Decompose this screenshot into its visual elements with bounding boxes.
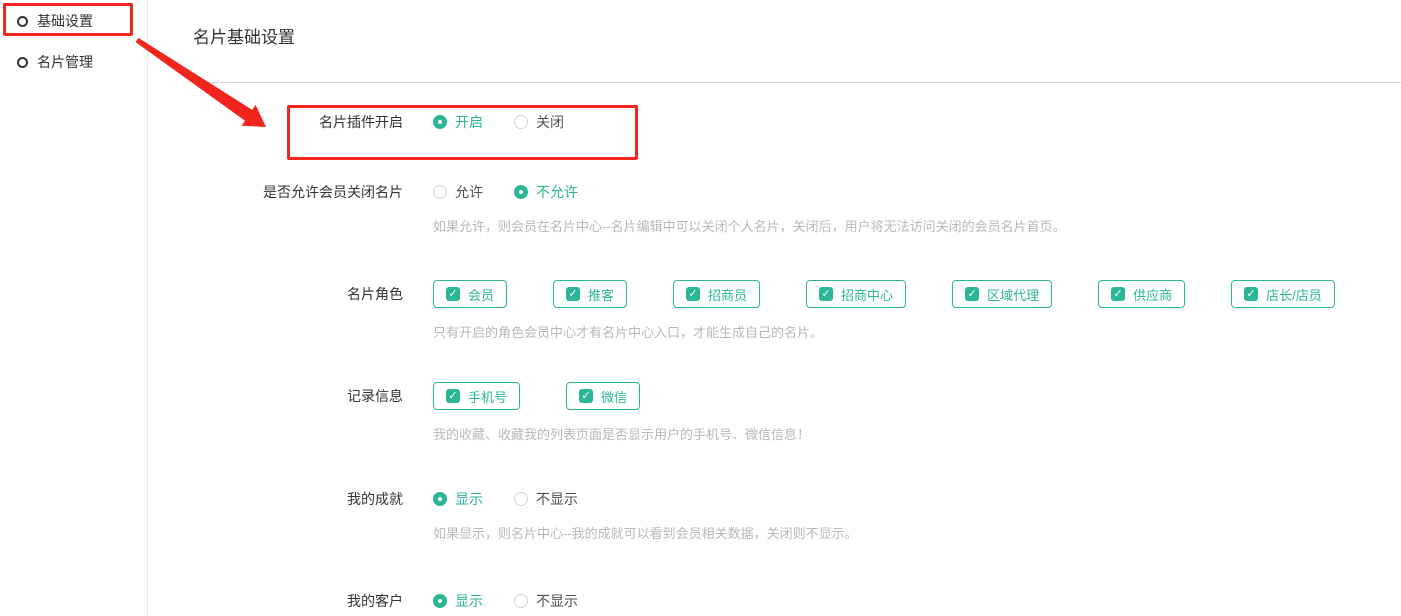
checkbox-checked-icon: ✓ bbox=[686, 287, 700, 301]
radio-option-show[interactable]: 显示 bbox=[433, 591, 483, 611]
checkbox-checked-icon: ✓ bbox=[566, 287, 580, 301]
radio-option-allow[interactable]: 允许 bbox=[433, 182, 483, 202]
checkbox-label: 推客 bbox=[588, 285, 614, 304]
radio-unchecked-icon bbox=[514, 492, 528, 506]
radio-option-label: 不显示 bbox=[536, 591, 578, 611]
setting-label: 是否允许会员关闭名片 bbox=[193, 182, 403, 202]
page-title: 名片基础设置 bbox=[193, 26, 1401, 50]
radio-checked-icon bbox=[514, 185, 528, 199]
radio-option-disallow[interactable]: 不允许 bbox=[514, 182, 578, 202]
radio-option-label: 显示 bbox=[455, 489, 483, 509]
checkbox-label: 店长/店员 bbox=[1266, 285, 1322, 304]
checkbox-chip-investment-center[interactable]: ✓ 招商中心 bbox=[806, 280, 906, 308]
main-content: 名片基础设置 名片插件开启 开启 关闭 是否允许会员关闭 bbox=[149, 0, 1401, 611]
setting-row-record-info: 记录信息 ✓ 手机号 ✓ 微信 我的收藏、收藏我的列表页面是否显示用户的手机号、… bbox=[193, 382, 1401, 443]
circle-icon bbox=[17, 16, 28, 27]
checkbox-label: 会员 bbox=[468, 285, 494, 304]
checkbox-label: 微信 bbox=[601, 387, 627, 406]
checkbox-label: 区域代理 bbox=[987, 285, 1039, 304]
checkbox-chip-investment-agent[interactable]: ✓ 招商员 bbox=[673, 280, 760, 308]
radio-unchecked-icon bbox=[514, 594, 528, 608]
checkbox-label: 招商中心 bbox=[841, 285, 893, 304]
setting-row-card-roles: 名片角色 ✓ 会员 ✓ 推客 ✓ 招商员 ✓ bbox=[193, 280, 1401, 341]
setting-help-text: 只有开启的角色会员中心才有名片中心入口，才能生成自己的名片。 bbox=[433, 324, 1381, 341]
checkbox-label: 供应商 bbox=[1133, 285, 1172, 304]
checkbox-chip-wechat[interactable]: ✓ 微信 bbox=[566, 382, 640, 410]
checkbox-label: 手机号 bbox=[468, 387, 507, 406]
checkbox-chip-shopkeeper[interactable]: ✓ 店长/店员 bbox=[1231, 280, 1335, 308]
checkbox-label: 招商员 bbox=[708, 285, 747, 304]
checkbox-checked-icon: ✓ bbox=[446, 389, 460, 403]
radio-option-label: 开启 bbox=[455, 112, 483, 132]
setting-row-my-customers: 我的客户 显示 不显示 bbox=[193, 591, 1401, 611]
radio-option-label: 不显示 bbox=[536, 489, 578, 509]
setting-help-text: 我的收藏、收藏我的列表页面是否显示用户的手机号、微信信息！ bbox=[433, 426, 810, 443]
checkbox-chip-promoter[interactable]: ✓ 推客 bbox=[553, 280, 627, 308]
radio-option-label: 关闭 bbox=[536, 112, 564, 132]
sidebar-item-label: 基础设置 bbox=[37, 11, 93, 31]
setting-row-allow-close-card: 是否允许会员关闭名片 允许 不允许 如果允许，则会员在名片中心--名片编辑中可以… bbox=[193, 182, 1401, 235]
checkbox-chip-supplier[interactable]: ✓ 供应商 bbox=[1098, 280, 1185, 308]
checkbox-chip-regional-agent[interactable]: ✓ 区域代理 bbox=[952, 280, 1052, 308]
radio-checked-icon bbox=[433, 492, 447, 506]
checkbox-checked-icon: ✓ bbox=[579, 389, 593, 403]
setting-row-plugin-enable: 名片插件开启 开启 关闭 bbox=[193, 112, 1401, 132]
setting-help-text: 如果显示，则名片中心--我的成就可以看到会员相关数据，关闭则不显示。 bbox=[433, 525, 858, 542]
setting-help-text: 如果允许，则会员在名片中心--名片编辑中可以关闭个人名片，关闭后，用户将无法访问… bbox=[433, 218, 1066, 235]
radio-unchecked-icon bbox=[433, 185, 447, 199]
sidebar-item-basic-settings[interactable]: 基础设置 bbox=[0, 11, 147, 31]
setting-label: 我的客户 bbox=[193, 591, 403, 611]
setting-label: 名片插件开启 bbox=[193, 112, 403, 132]
setting-label: 名片角色 bbox=[193, 280, 403, 308]
radio-option-label: 允许 bbox=[455, 182, 483, 202]
radio-checked-icon bbox=[433, 594, 447, 608]
radio-option-label: 不允许 bbox=[536, 182, 578, 202]
checkbox-checked-icon: ✓ bbox=[1111, 287, 1125, 301]
radio-option-hide[interactable]: 不显示 bbox=[514, 591, 578, 611]
setting-row-my-achievements: 我的成就 显示 不显示 如果显示，则名片中心--我的成就可以看到会员相关数据，关… bbox=[193, 489, 1401, 542]
circle-icon bbox=[17, 57, 28, 68]
sidebar-item-card-management[interactable]: 名片管理 bbox=[0, 52, 147, 72]
setting-label: 我的成就 bbox=[193, 489, 403, 509]
checkbox-chip-member[interactable]: ✓ 会员 bbox=[433, 280, 507, 308]
checkbox-checked-icon: ✓ bbox=[446, 287, 460, 301]
checkbox-checked-icon: ✓ bbox=[819, 287, 833, 301]
radio-option-hide[interactable]: 不显示 bbox=[514, 489, 578, 509]
sidebar-item-label: 名片管理 bbox=[37, 52, 93, 72]
radio-option-on[interactable]: 开启 bbox=[433, 112, 483, 132]
setting-label: 记录信息 bbox=[193, 382, 403, 410]
divider bbox=[193, 82, 1401, 83]
sidebar: 基础设置 名片管理 bbox=[0, 0, 148, 616]
radio-checked-icon bbox=[433, 115, 447, 129]
radio-unchecked-icon bbox=[514, 115, 528, 129]
radio-option-off[interactable]: 关闭 bbox=[514, 112, 564, 132]
radio-option-label: 显示 bbox=[455, 591, 483, 611]
radio-option-show[interactable]: 显示 bbox=[433, 489, 483, 509]
settings-form: 名片插件开启 开启 关闭 是否允许会员关闭名片 bbox=[193, 112, 1401, 611]
checkbox-checked-icon: ✓ bbox=[1244, 287, 1258, 301]
checkbox-chip-phone[interactable]: ✓ 手机号 bbox=[433, 382, 520, 410]
checkbox-checked-icon: ✓ bbox=[965, 287, 979, 301]
